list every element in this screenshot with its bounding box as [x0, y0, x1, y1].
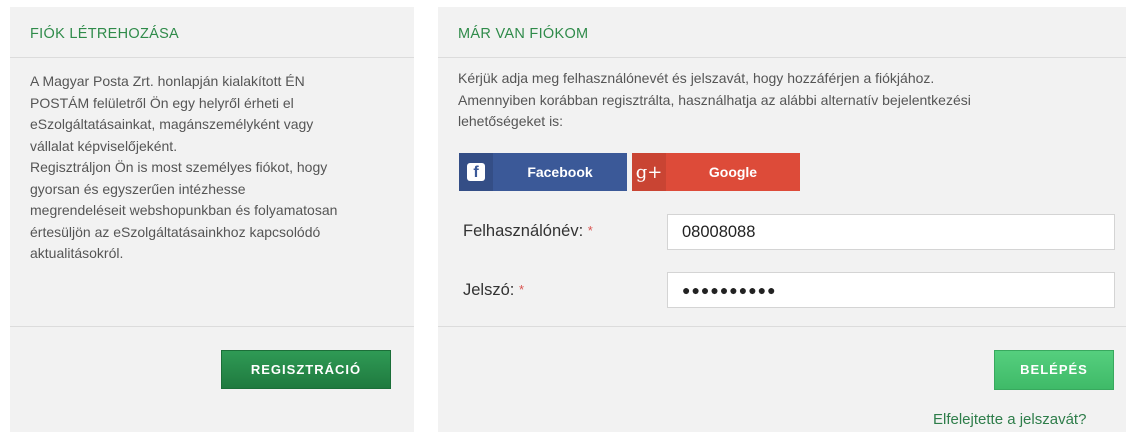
- username-field[interactable]: 08008088: [667, 214, 1115, 250]
- register-panel: FIÓK LÉTREHOZÁSA A Magyar Posta Zrt. hon…: [10, 7, 414, 432]
- google-plus-icon: g+: [632, 153, 666, 191]
- required-marker: *: [518, 282, 525, 297]
- register-button[interactable]: REGISZTRÁCIÓ: [221, 350, 391, 389]
- description-line: POSTÁM felületről Ön egy helyről érheti …: [30, 94, 294, 111]
- description-line: Kérjük adja meg felhasználónevét és jels…: [458, 70, 935, 86]
- register-description: A Magyar Posta Zrt. honlapján kialakítot…: [10, 58, 414, 330]
- divider: [10, 326, 414, 327]
- description-line: értesüljön az eSzolgáltatásainkhoz kapcs…: [30, 223, 321, 240]
- forgot-password-link[interactable]: Elfelejtette a jelszavát?: [933, 411, 1086, 428]
- description-line: A Magyar Posta Zrt. honlapján kialakítot…: [30, 73, 305, 89]
- required-marker: *: [587, 223, 593, 238]
- description-line: aktualitásokról.: [30, 245, 124, 261]
- description-line: eSzolgáltatásainkat, magánszemélyként va…: [30, 116, 314, 132]
- login-button[interactable]: BELÉPÉS: [994, 350, 1114, 390]
- description-line: Regisztráljon Ön is most személyes fióko…: [30, 159, 328, 175]
- facebook-login-button[interactable]: f Facebook: [459, 153, 627, 191]
- register-panel-title: FIÓK LÉTREHOZÁSA: [10, 7, 414, 58]
- description-line: megrendeléseit webshopunkban és folyamat…: [30, 202, 338, 218]
- google-label: Google: [708, 164, 758, 180]
- google-login-button[interactable]: g+ Google: [632, 153, 800, 191]
- facebook-label: Facebook: [527, 164, 593, 180]
- description-line: lehetőségeket is:: [458, 113, 564, 129]
- facebook-icon: f: [459, 153, 493, 191]
- password-field[interactable]: ●●●●●●●●●●: [667, 272, 1115, 308]
- description-line: Amennyiben korábban regisztrálta, haszná…: [458, 91, 971, 108]
- username-label: Felhasználónév: *: [463, 222, 593, 240]
- password-label: Jelszó: *: [463, 281, 525, 299]
- login-panel: MÁR VAN FIÓKOM Kérjük adja meg felhaszná…: [438, 7, 1126, 432]
- description-line: vállalat képviselőjeként.: [30, 137, 178, 154]
- divider: [438, 326, 1126, 327]
- description-line: gyorsan és egyszerűen intézhesse: [30, 180, 246, 197]
- login-panel-title: MÁR VAN FIÓKOM: [438, 7, 1126, 58]
- login-description: Kérjük adja meg felhasználónevét és jels…: [438, 58, 1126, 133]
